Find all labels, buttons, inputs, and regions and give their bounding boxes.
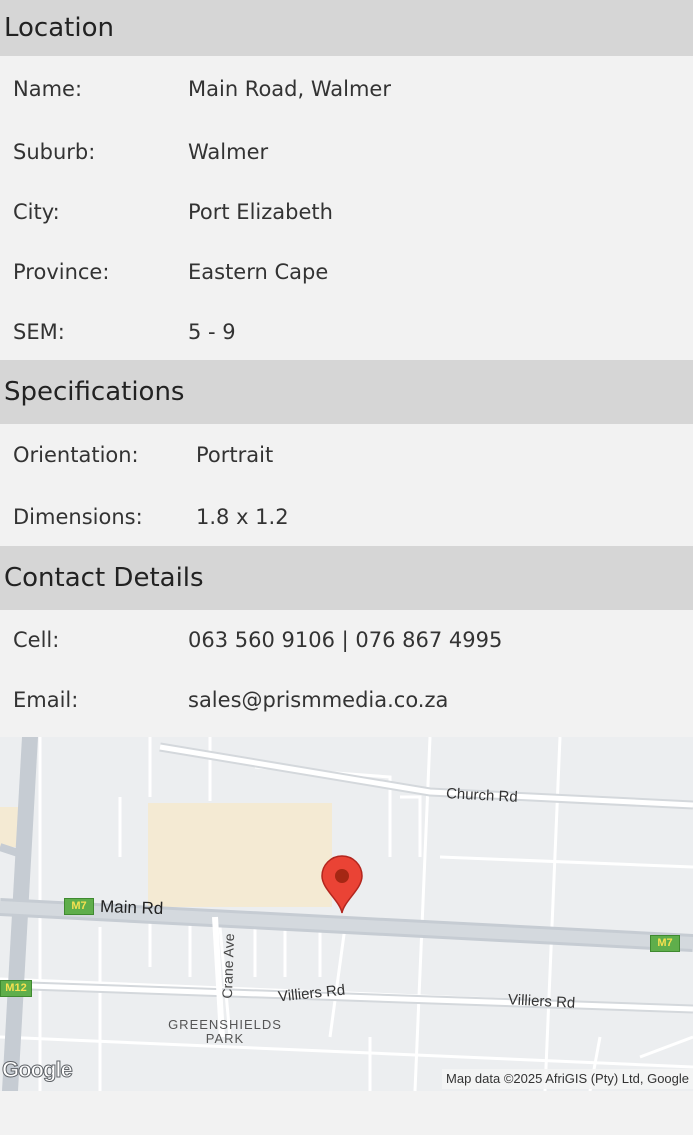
villiers-rd-label-2: Villiers Rd — [507, 991, 576, 1012]
field-value: 063 560 9106 | 076 867 4995 — [188, 628, 503, 652]
specifications-section: Specifications Orientation: Portrait Dim… — [0, 360, 693, 546]
field-value: Walmer — [188, 140, 269, 164]
location-fields: Name: Main Road, Walmer Suburb: Walmer C… — [0, 56, 693, 360]
location-map[interactable]: Church Rd Main Rd Crane Ave Villiers Rd … — [0, 737, 693, 1091]
field-row-name: Name: Main Road, Walmer — [0, 56, 693, 122]
field-value: 5 - 9 — [188, 320, 236, 344]
bottom-spacer — [0, 1091, 693, 1135]
field-row-orientation: Orientation: Portrait — [0, 424, 693, 486]
field-value: Main Road, Walmer — [188, 77, 391, 101]
field-label: City: — [13, 200, 60, 224]
contact-fields: Cell: 063 560 9106 | 076 867 4995 Email:… — [0, 610, 693, 734]
field-label: SEM: — [13, 320, 65, 344]
route-shield-m7-right: M7 — [650, 935, 680, 952]
field-label: Email: — [13, 688, 79, 712]
field-label: Cell: — [13, 628, 60, 652]
field-label: Orientation: — [13, 443, 139, 467]
area-label-line2: PARK — [205, 1031, 245, 1046]
field-label: Province: — [13, 260, 110, 284]
field-label: Name: — [13, 77, 83, 101]
location-section: Location Name: Main Road, Walmer Suburb:… — [0, 0, 693, 360]
google-logo: Google — [2, 1057, 74, 1083]
route-shield-m7-left: M7 — [64, 898, 94, 915]
map-pin-icon[interactable] — [320, 855, 364, 915]
specifications-fields: Orientation: Portrait Dimensions: 1.8 x … — [0, 424, 693, 546]
crane-ave-label: Crane Ave — [218, 933, 238, 999]
field-label: Suburb: — [13, 140, 96, 164]
contact-header: Contact Details — [0, 546, 693, 610]
field-row-email: Email: sales@prismmedia.co.za — [0, 670, 693, 730]
route-shield-m12: M12 — [0, 980, 32, 997]
field-row-cell: Cell: 063 560 9106 | 076 867 4995 — [0, 610, 693, 670]
field-row-dimensions: Dimensions: 1.8 x 1.2 — [0, 486, 693, 548]
location-header: Location — [0, 0, 693, 56]
field-label: Dimensions: — [13, 505, 143, 529]
main-rd-label: Main Rd — [99, 896, 164, 919]
field-value: 1.8 x 1.2 — [196, 505, 289, 529]
specifications-header: Specifications — [0, 360, 693, 424]
contact-section: Contact Details Cell: 063 560 9106 | 076… — [0, 546, 693, 734]
field-value: sales@prismmedia.co.za — [188, 688, 449, 712]
area-label: GREENSHIELDS PARK — [150, 1018, 300, 1046]
map-attribution: Map data ©2025 AfriGIS (Pty) Ltd, Google — [442, 1069, 693, 1089]
field-row-sem: SEM: 5 - 9 — [0, 302, 693, 362]
field-value: Port Elizabeth — [188, 200, 333, 224]
field-value: Eastern Cape — [188, 260, 329, 284]
area-label-line1: GREENSHIELDS — [168, 1017, 282, 1032]
field-value: Portrait — [196, 443, 274, 467]
field-row-suburb: Suburb: Walmer — [0, 122, 693, 182]
field-row-province: Province: Eastern Cape — [0, 242, 693, 302]
field-row-city: City: Port Elizabeth — [0, 182, 693, 242]
